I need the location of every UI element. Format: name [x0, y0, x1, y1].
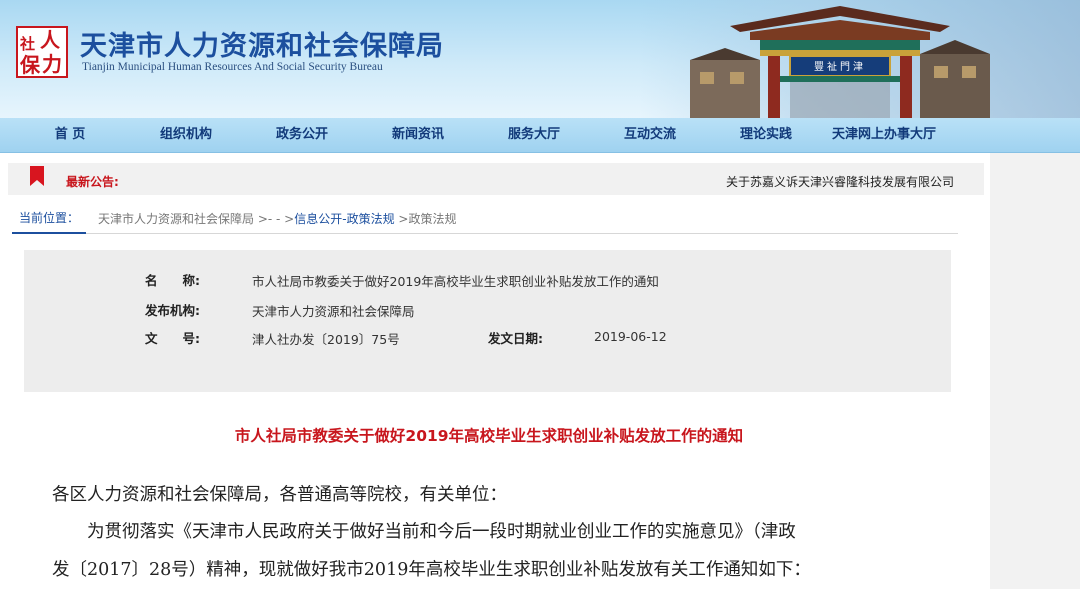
logo-char-4: 保 — [20, 53, 40, 77]
document-meta-box: 名 称: 市人社局市教委关于做好2019年高校毕业生求职创业补贴发放工作的通知 … — [24, 250, 951, 392]
notice-marquee-link[interactable]: 关于苏嘉义诉天津兴睿隆科技发展有限公司 — [726, 173, 984, 190]
notice-label: 最新公告: — [66, 175, 119, 189]
logo-char-1: 人 — [40, 28, 60, 52]
main-nav: 首 页 组织机构 政务公开 新闻资讯 服务大厅 互动交流 理论实践 天津网上办事… — [0, 118, 1080, 153]
breadcrumb: 当前位置： 天津市人力资源和社会保障局 >- - >信息公开-政策法规 >政策法… — [12, 207, 958, 234]
nav-home[interactable]: 首 页 — [12, 118, 128, 152]
nav-service-hall[interactable]: 服务大厅 — [476, 118, 592, 152]
meta-name-value: 市人社局市教委关于做好2019年高校毕业生求职创业补贴发放工作的通知 — [252, 274, 659, 289]
breadcrumb-section-link[interactable]: 信息公开-政策法规 — [294, 212, 394, 226]
bureau-logo[interactable]: 人 社 力 保 — [16, 26, 68, 78]
meta-date-label: 发文日期: — [488, 331, 543, 346]
site-header: 人 社 力 保 天津市人力资源和社会保障局 Tianjin Municipal … — [0, 0, 1080, 118]
meta-issuer-value: 天津市人力资源和社会保障局 — [252, 304, 415, 319]
breadcrumb-separator: >- - > — [254, 212, 295, 226]
document-paragraph-line: 发〔2017〕28号）精神，现就做好我市2019年高校毕业生求职创业补贴发放有关… — [52, 560, 811, 580]
tianjin-gate-banner-image: 豐祉門津 — [690, 6, 990, 118]
meta-docno-label: 文 号: — [145, 331, 200, 346]
breadcrumb-site-link[interactable]: 天津市人力资源和社会保障局 — [98, 212, 254, 226]
document-title: 市人社局市教委关于做好2019年高校毕业生求职创业补贴发放工作的通知 — [234, 427, 744, 445]
logo-char-2: 社 — [20, 35, 36, 53]
nav-interaction[interactable]: 互动交流 — [592, 118, 708, 152]
breadcrumb-current-link[interactable]: 政策法规 — [408, 212, 456, 226]
document-salutation: 各区人力资源和社会保障局，各普通高等院校，有关单位： — [52, 485, 507, 505]
breadcrumb-label: 当前位置： — [12, 207, 87, 234]
meta-date-value: 2019-06-12 — [594, 329, 667, 344]
nav-organization[interactable]: 组织机构 — [128, 118, 244, 152]
nav-news[interactable]: 新闻资讯 — [360, 118, 476, 152]
site-title[interactable]: 天津市人力资源和社会保障局 — [80, 24, 444, 63]
breadcrumb-separator: > — [394, 212, 409, 226]
right-gutter — [990, 153, 1080, 589]
site-subtitle: Tianjin Municipal Human Resources And So… — [82, 61, 383, 73]
nav-theory-practice[interactable]: 理论实践 — [708, 118, 824, 152]
meta-name-label: 名 称: — [145, 273, 200, 288]
logo-char-3: 力 — [42, 52, 62, 76]
gate-plaque-text: 豐祉門津 — [814, 60, 866, 73]
nav-online-service-hall[interactable]: 天津网上办事大厅 — [818, 118, 950, 152]
meta-docno-value: 津人社办发〔2019〕75号 — [252, 332, 400, 347]
document-paragraph-line: 为贯彻落实《天津市人民政府关于做好当前和今后一段时期就业创业工作的实施意见》（津… — [52, 522, 796, 542]
bookmark-icon — [30, 166, 44, 186]
nav-government-affairs[interactable]: 政务公开 — [244, 118, 360, 152]
meta-issuer-label: 发布机构: — [145, 303, 200, 318]
